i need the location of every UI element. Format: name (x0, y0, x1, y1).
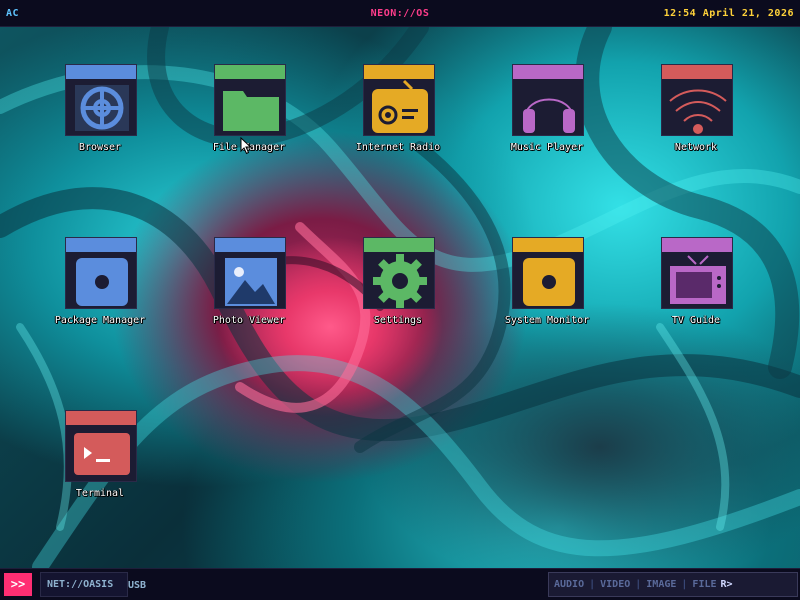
media-tab-image[interactable]: IMAGE (646, 579, 676, 590)
start-menu-button[interactable]: >> (4, 573, 32, 596)
taskbar: >> NET://OASIS USB AUDIO | VIDEO | IMAGE | FIL… (0, 568, 800, 600)
icon-label: System Monitor (504, 315, 590, 326)
icon-label: Package Manager (54, 315, 146, 326)
desktop-icon-network[interactable]: Network (641, 64, 751, 164)
icon-frame (65, 237, 137, 309)
icon-label: Photo Viewer (212, 315, 286, 326)
clock-display: 12:54 April 21, 2026 (663, 8, 794, 19)
wifi-icon (669, 89, 727, 134)
desktop-icon-tv-guide[interactable]: TV Guide (641, 237, 751, 337)
gear-icon (373, 254, 427, 308)
icon-frame (512, 64, 584, 136)
icon-frame (65, 410, 137, 482)
terminal-icon (74, 433, 130, 475)
headphones-icon (523, 98, 575, 133)
top-menu-bar: AC NEON://OS 12:54 April 21, 2026 (0, 0, 800, 27)
separator: | (635, 579, 642, 590)
media-next-button[interactable]: R> (717, 579, 733, 590)
icon-color-band (215, 238, 285, 252)
media-tab-audio[interactable]: AUDIO (554, 579, 584, 590)
desktop-icon-browser[interactable]: Browser (45, 64, 155, 164)
icon-color-band (66, 411, 136, 425)
icon-frame (214, 64, 286, 136)
icon-color-band (66, 65, 136, 79)
globe-icon (75, 85, 129, 131)
icon-label: TV Guide (671, 315, 721, 326)
media-filter-bar: AUDIO | VIDEO | IMAGE | FILE R> (548, 572, 798, 597)
radio-icon (372, 79, 428, 133)
icon-frame (214, 237, 286, 309)
desktop-icon-music-player[interactable]: Music Player (492, 64, 602, 164)
icon-color-band (215, 65, 285, 79)
desktop-icon-package-manager[interactable]: Package Manager (45, 237, 155, 337)
icon-color-band (513, 65, 583, 79)
tv-icon (670, 255, 726, 304)
icon-frame (661, 64, 733, 136)
icon-frame (512, 237, 584, 309)
icon-color-band (513, 238, 583, 252)
folder-icon (223, 91, 279, 131)
icon-label: Network (674, 142, 718, 153)
desktop-icon-settings[interactable]: Settings (343, 237, 453, 337)
icon-label: Internet Radio (355, 142, 441, 153)
icon-frame (363, 237, 435, 309)
icon-label: Browser (78, 142, 122, 153)
icon-color-band (364, 238, 434, 252)
icon-color-band (662, 238, 732, 252)
icon-label: Terminal (75, 488, 125, 499)
icon-label: Music Player (510, 142, 584, 153)
mouse-cursor-icon (240, 137, 252, 155)
separator: | (589, 579, 596, 590)
monitor-icon (523, 258, 575, 306)
icon-color-band (662, 65, 732, 79)
package-icon (76, 258, 128, 306)
icon-frame (661, 237, 733, 309)
desktop-icon-photo-viewer[interactable]: Photo Viewer (194, 237, 304, 337)
usb-status[interactable]: USB (128, 580, 146, 591)
icon-frame (363, 64, 435, 136)
media-tab-video[interactable]: VIDEO (600, 579, 630, 590)
media-tab-file[interactable]: FILE (692, 579, 716, 590)
icon-color-band (66, 238, 136, 252)
icon-frame (65, 64, 137, 136)
icon-label: Settings (373, 315, 423, 326)
desktop-icon-internet-radio[interactable]: Internet Radio (343, 64, 453, 164)
network-status[interactable]: NET://OASIS (40, 572, 128, 597)
image-icon (225, 258, 277, 306)
icon-color-band (364, 65, 434, 79)
separator: | (681, 579, 688, 590)
desktop-icon-system-monitor[interactable]: System Monitor (492, 237, 602, 337)
desktop-icon-terminal[interactable]: Terminal (45, 410, 155, 510)
